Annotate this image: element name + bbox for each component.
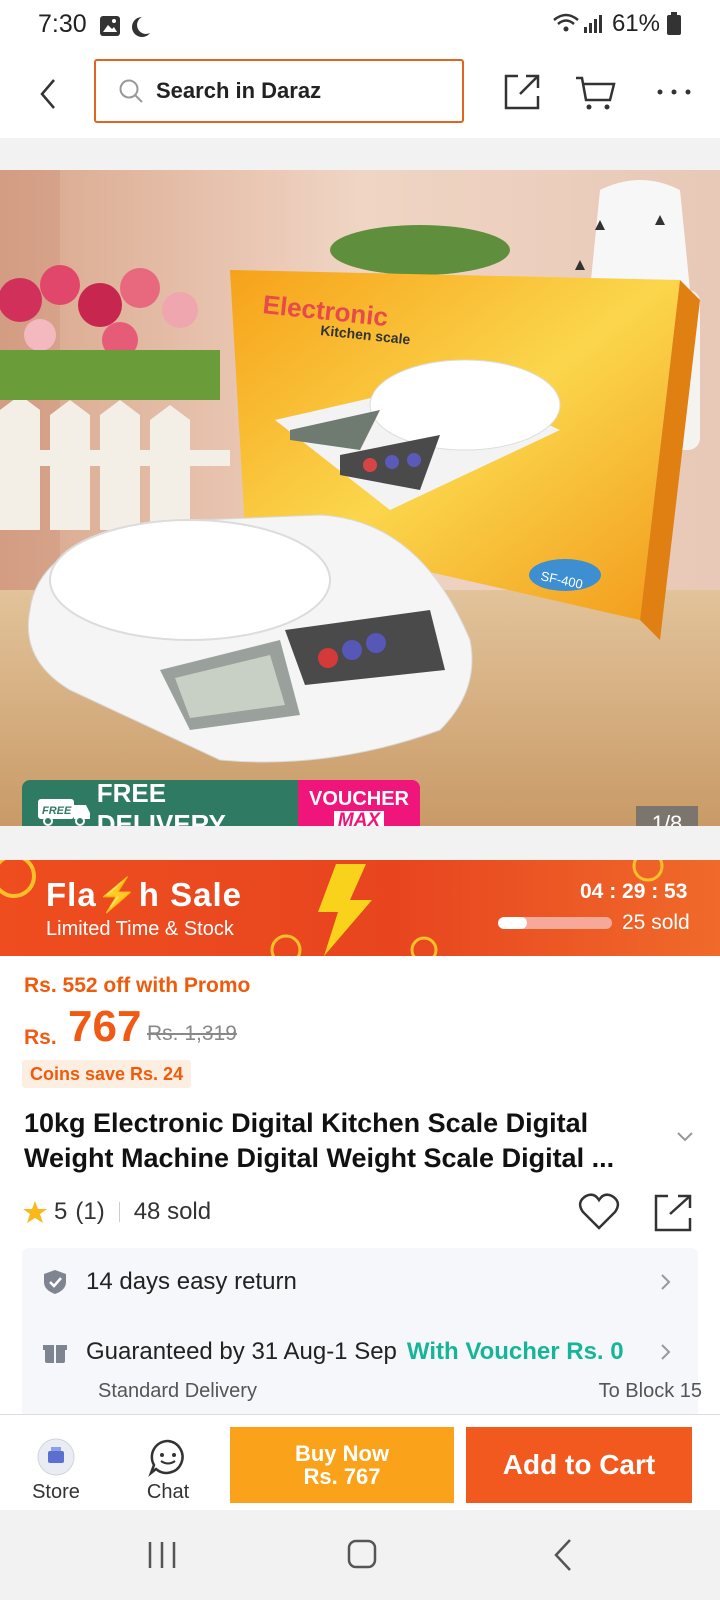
- status-left-icons: [98, 14, 156, 45]
- add-to-cart-label: Add to Cart: [502, 1449, 656, 1480]
- status-right: 61%: [552, 10, 682, 38]
- free-tag-text: FREE: [42, 805, 72, 817]
- delivery-destination: To Block 15: [598, 1380, 702, 1402]
- divider-band: [0, 138, 720, 170]
- search-icon: [119, 79, 143, 103]
- wifi-signal-icon: [553, 13, 602, 33]
- delivery-guarantee-row[interactable]: Guaranteed by 31 Aug-1 Sep With Voucher …: [22, 1332, 698, 1372]
- chat-label: Chat: [146, 1481, 190, 1503]
- heart-icon: [578, 1193, 620, 1230]
- expand-title-button[interactable]: [676, 1130, 694, 1148]
- share-button[interactable]: [500, 70, 544, 114]
- app-header: Search in Daraz: [0, 52, 720, 138]
- back-arrow-icon: [554, 1539, 571, 1571]
- buy-now-button[interactable]: Buy Now Rs. 767: [230, 1427, 454, 1503]
- price-currency: Rs.: [24, 1026, 57, 1049]
- battery-icon: [667, 12, 681, 35]
- back-arrow-icon: [40, 79, 55, 109]
- return-text: 14 days easy return: [86, 1268, 297, 1295]
- chevron-right-icon: [661, 1274, 671, 1290]
- flash-sale-progress-fill: [498, 917, 527, 929]
- share-icon: [654, 1194, 692, 1232]
- flash-sale-sold: 25 sold: [622, 911, 690, 934]
- rating-value: 5: [54, 1198, 68, 1225]
- rating-divider: [118, 1202, 120, 1222]
- more-options-button[interactable]: [652, 70, 696, 114]
- search-placeholder: Search in Daraz: [156, 78, 322, 103]
- back-button[interactable]: [34, 74, 64, 114]
- star-icon: [23, 1201, 47, 1223]
- status-time: 7:30: [38, 10, 87, 38]
- system-nav-bar: [0, 1510, 720, 1600]
- delivery-type: Standard Delivery: [98, 1380, 257, 1402]
- guarantee-text: Guaranteed by 31 Aug-1 Sep: [86, 1338, 397, 1365]
- cart-icon: [576, 76, 616, 110]
- store-button[interactable]: Store: [16, 1437, 96, 1504]
- current-price: 767: [68, 1002, 142, 1051]
- buy-now-price: Rs. 767: [303, 1464, 381, 1489]
- cart-button[interactable]: [574, 70, 618, 114]
- product-title: 10kg Electronic Digital Kitchen Scale Di…: [24, 1108, 615, 1173]
- rating-row[interactable]: 5 (1) 48 sold: [22, 1198, 211, 1226]
- gift-box-icon: [43, 1345, 67, 1363]
- original-price: Rs. 1,319: [147, 1022, 237, 1045]
- coins-badge: Coins save Rs. 24: [22, 1060, 192, 1088]
- voucher-delivery-text: With Voucher Rs. 0: [406, 1338, 624, 1365]
- flash-sale-progress: [498, 917, 612, 929]
- more-dots-icon: [657, 89, 691, 95]
- flash-sale-countdown: 04 : 29 : 53: [580, 880, 688, 903]
- search-bar[interactable]: Search in Daraz: [94, 59, 464, 123]
- home-icon: [347, 1539, 377, 1569]
- chat-icon: [148, 1439, 184, 1477]
- divider-band: [0, 826, 720, 860]
- product-image[interactable]: Electronic Kitchen scale SF-400: [0, 170, 720, 826]
- share-icon: [504, 74, 540, 110]
- delivery-detail-row: Standard Delivery To Block 15: [98, 1380, 702, 1403]
- return-policy-row[interactable]: 14 days easy return: [22, 1262, 698, 1302]
- kitchen-scale-photo: Electronic Kitchen scale SF-400: [0, 170, 720, 826]
- gallery-and-moon-icon: [100, 16, 150, 37]
- chat-button[interactable]: Chat: [128, 1437, 208, 1504]
- store-label: Store: [32, 1481, 80, 1503]
- buy-now-label: Buy Now: [294, 1440, 390, 1466]
- voucher-text: VOUCHER: [308, 787, 409, 810]
- promo-discount-text[interactable]: Rs. 552 off with Promo: [24, 974, 250, 998]
- chevron-right-icon: [661, 1344, 671, 1360]
- share-product-button[interactable]: [652, 1192, 694, 1239]
- sold-count: 48 sold: [133, 1198, 212, 1225]
- system-back-button[interactable]: [552, 1538, 576, 1577]
- status-bar: 7:30 61%: [0, 0, 720, 52]
- rating-count: (1): [75, 1198, 105, 1225]
- bottom-action-bar: Store Chat Buy Now Rs. 767 Add to Cart: [0, 1414, 720, 1511]
- shield-icon: [44, 1270, 66, 1294]
- wishlist-button[interactable]: [578, 1192, 620, 1237]
- truck-icon: FREE: [38, 799, 90, 826]
- recent-apps-icon: [148, 1542, 176, 1568]
- chevron-down-icon: [677, 1132, 693, 1142]
- store-logo-icon: [37, 1438, 75, 1476]
- service-info-panel: 14 days easy return Guaranteed by 31 Aug…: [22, 1248, 702, 1418]
- flash-sale-banner[interactable]: Fla⚡h Sale Limited Time & Stock 04 : 29 …: [0, 860, 720, 956]
- home-button[interactable]: [346, 1538, 378, 1575]
- battery-percent: 61%: [611, 10, 660, 37]
- add-to-cart-button[interactable]: Add to Cart: [466, 1427, 692, 1503]
- flash-sale-title: Fla⚡h Sale: [46, 876, 242, 913]
- recent-apps-button[interactable]: [146, 1540, 178, 1575]
- flash-sale-subtitle: Limited Time & Stock: [46, 918, 234, 940]
